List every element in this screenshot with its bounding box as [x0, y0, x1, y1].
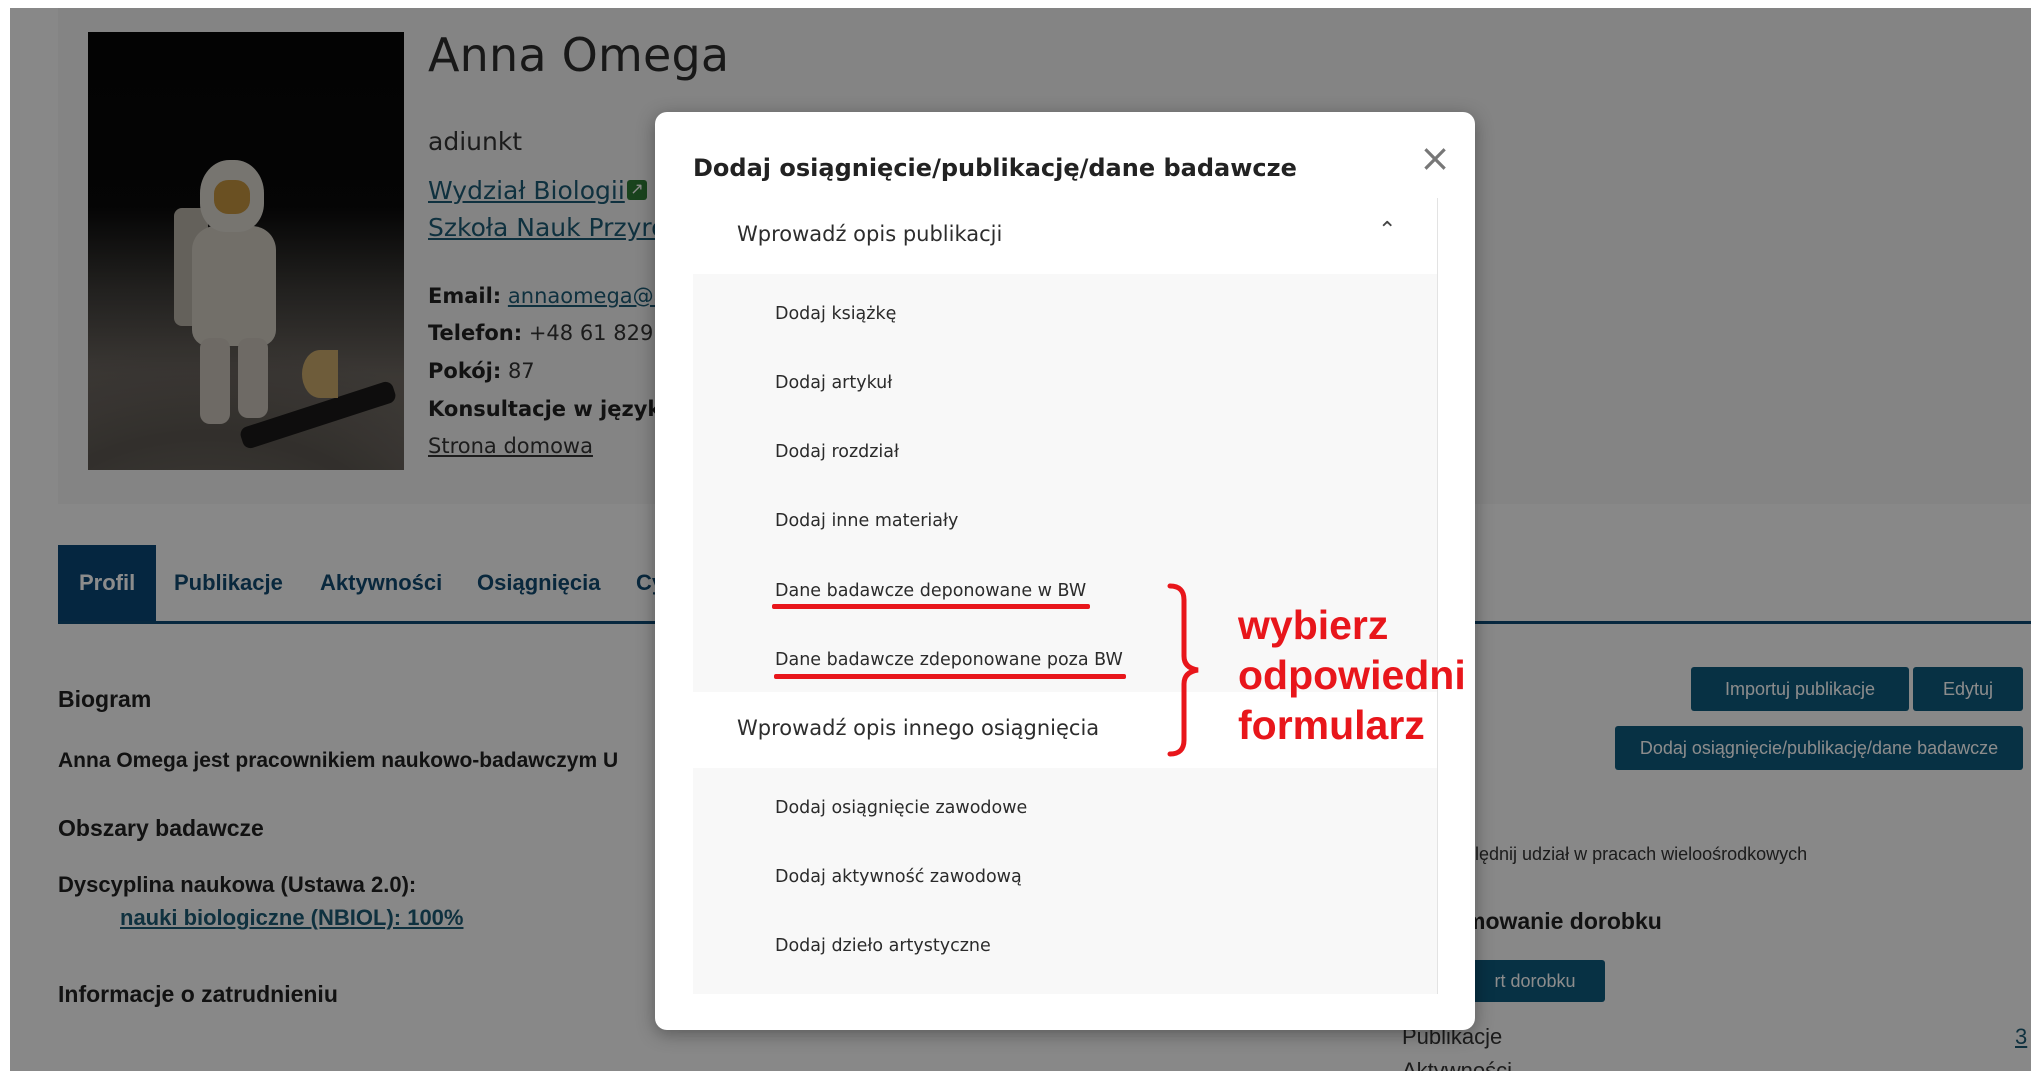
annotation-underline: [772, 604, 1090, 609]
close-icon[interactable]: ×: [1417, 139, 1453, 177]
add-artistic-work-item[interactable]: Dodaj dzieło artystyczne: [775, 936, 991, 956]
modal-title: Dodaj osiągnięcie/publikację/dane badawc…: [693, 154, 1297, 182]
annotation-line: formularz: [1238, 702, 1425, 748]
annotation-line: wybierz: [1238, 602, 1389, 648]
annotation-brace: [1167, 583, 1199, 757]
add-chapter-item[interactable]: Dodaj rozdział: [775, 442, 899, 462]
annotation-underline: [774, 674, 1126, 679]
accordion-divider: [1437, 198, 1438, 994]
chevron-up-icon: ⌃: [1378, 218, 1397, 243]
annotation-line: odpowiedni: [1238, 652, 1466, 698]
section-label: Wprowadź opis publikacji: [737, 222, 1003, 246]
section-publications-header[interactable]: Wprowadź opis publikacji ⌃: [693, 198, 1437, 274]
section-other-items: Dodaj osiągnięcie zawodowe Dodaj aktywno…: [693, 768, 1437, 994]
research-data-outside-bw-item[interactable]: Dane badawcze zdeponowane poza BW: [775, 650, 1123, 670]
add-professional-activity-item[interactable]: Dodaj aktywność zawodową: [775, 867, 1022, 887]
section-label: Wprowadź opis innego osiągnięcia: [737, 716, 1100, 740]
add-book-item[interactable]: Dodaj książkę: [775, 304, 896, 324]
add-achievement-modal: Dodaj osiągnięcie/publikację/dane badawc…: [655, 112, 1475, 1030]
research-data-bw-item[interactable]: Dane badawcze deponowane w BW: [775, 581, 1086, 601]
add-professional-achievement-item[interactable]: Dodaj osiągnięcie zawodowe: [775, 798, 1027, 818]
add-article-item[interactable]: Dodaj artykuł: [775, 373, 892, 393]
profile-page: Anna Omega adiunkt Wydział Biologii ↗ Sz…: [10, 8, 2031, 1071]
add-other-materials-item[interactable]: Dodaj inne materiały: [775, 511, 958, 531]
modal-accordion: Wprowadź opis publikacji ⌃ Dodaj książkę…: [693, 198, 1439, 994]
